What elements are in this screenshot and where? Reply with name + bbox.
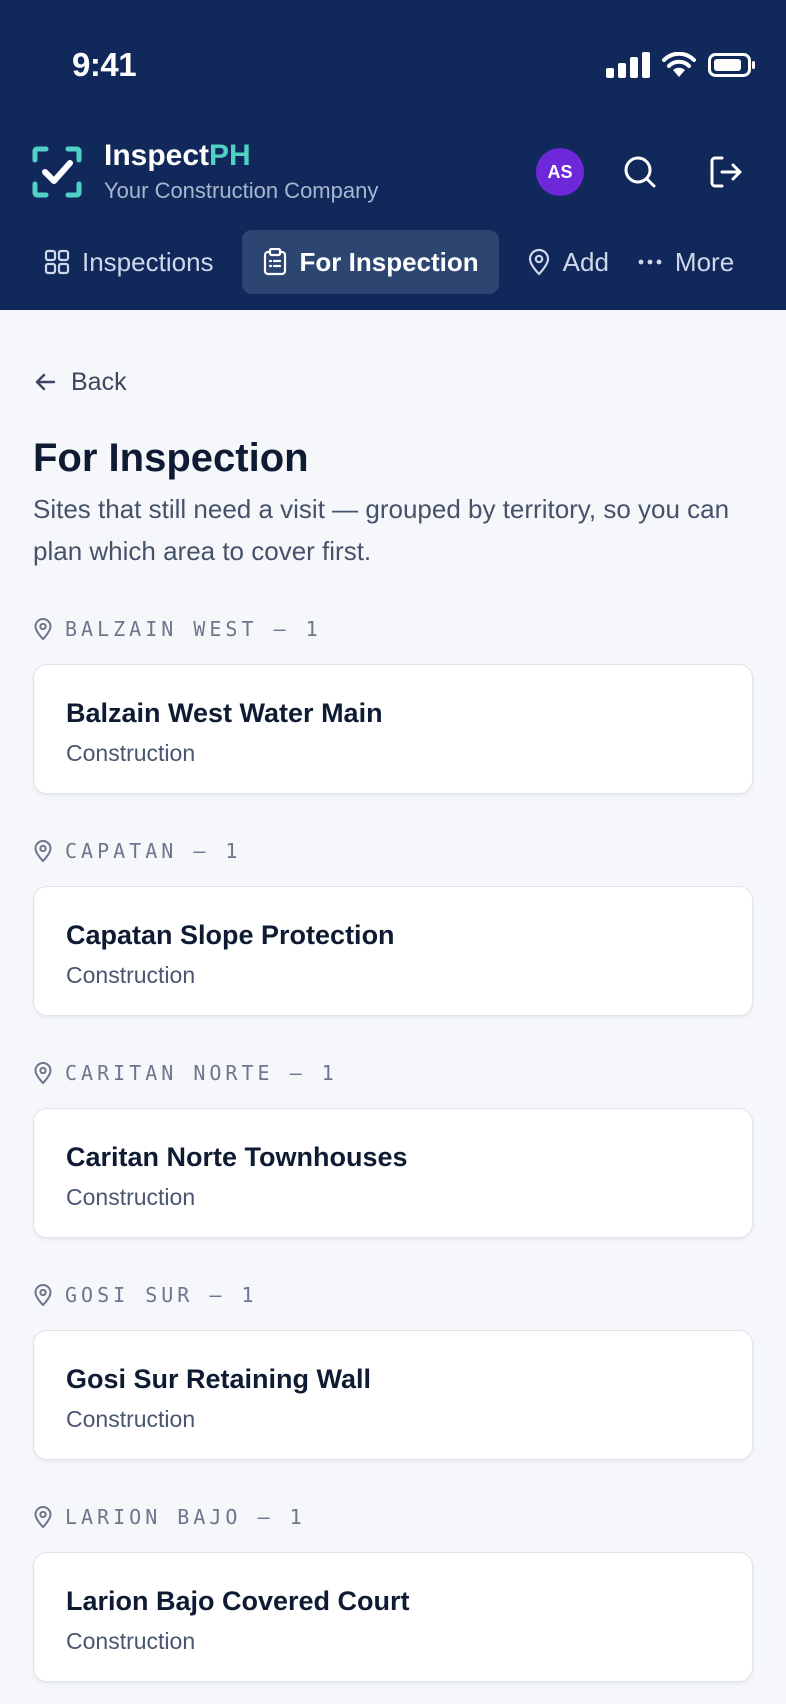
header-actions: AS xyxy=(536,148,746,196)
site-card[interactable]: Capatan Slope Protection Construction xyxy=(33,886,753,1016)
map-pin-icon xyxy=(34,1062,52,1084)
avatar[interactable]: AS xyxy=(536,148,584,196)
site-card[interactable]: Balzain West Water Main Construction xyxy=(33,664,753,794)
page-description: Sites that still need a visit — grouped … xyxy=(33,494,730,566)
check-square-icon xyxy=(32,146,82,198)
territory-group: LARION BAJO — 1 Larion Bajo Covered Cour… xyxy=(33,1502,753,1682)
battery-icon xyxy=(708,53,755,77)
site-type: Construction xyxy=(66,1406,196,1432)
territory-label: LARION BAJO — 1 xyxy=(65,1505,306,1529)
site-type: Construction xyxy=(66,1184,196,1210)
clipboard-icon xyxy=(263,248,286,276)
territory-group: BALZAIN WEST — 1 Balzain West Water Main… xyxy=(33,614,753,794)
territory-group: CAPATAN — 1 Capatan Slope Protection Con… xyxy=(33,836,753,1016)
brand-name-primary: Inspect xyxy=(104,139,210,172)
site-card[interactable]: Gosi Sur Retaining Wall Construction xyxy=(33,1330,753,1460)
site-name: Caritan Norte Townhouses xyxy=(66,1142,408,1172)
territory-label: BALZAIN WEST — 1 xyxy=(65,617,322,641)
brand: InspectPH Your Construction Company xyxy=(32,138,378,206)
site-card[interactable]: Larion Bajo Covered Court Construction xyxy=(33,1552,753,1682)
signal-icon xyxy=(606,52,650,78)
tab-for-inspection[interactable]: For Inspection xyxy=(241,230,499,294)
grid-icon xyxy=(44,249,70,275)
page-title: For Inspection xyxy=(33,436,309,480)
territory-label: CARITAN NORTE — 1 xyxy=(65,1061,338,1085)
tab-add[interactable]: Add xyxy=(513,230,623,294)
territory-label: CAPATAN — 1 xyxy=(65,839,242,863)
more-dots-icon xyxy=(638,259,662,265)
map-pin-icon xyxy=(34,618,52,640)
arrow-left-icon xyxy=(35,373,56,391)
site-card[interactable]: Caritan Norte Townhouses Construction xyxy=(33,1108,753,1238)
status-icons xyxy=(606,52,756,78)
main-nav: Inspections For Inspection Add More xyxy=(30,230,748,294)
wifi-icon xyxy=(662,52,696,77)
tab-label: More xyxy=(674,246,735,277)
site-type: Construction xyxy=(66,1628,196,1654)
map-pin-icon xyxy=(34,1506,52,1528)
site-type: Construction xyxy=(66,740,196,766)
main-content: Back For Inspection Sites that still nee… xyxy=(0,354,786,1682)
territory-header: LARION BAJO — 1 xyxy=(33,1502,753,1532)
brand-name-accent: PH xyxy=(209,139,251,172)
brand-name: InspectPH xyxy=(104,138,378,174)
territory-label: GOSI SUR — 1 xyxy=(65,1283,258,1307)
territory-header: BALZAIN WEST — 1 xyxy=(33,614,753,644)
logout-icon xyxy=(710,156,742,188)
map-pin-icon xyxy=(528,248,549,276)
back-button[interactable]: Back xyxy=(33,354,753,410)
site-type: Construction xyxy=(66,962,196,988)
back-label: Back xyxy=(71,367,127,396)
tab-inspections[interactable]: Inspections xyxy=(30,230,228,294)
territory-header: GOSI SUR — 1 xyxy=(33,1280,753,1310)
territory-group: CARITAN NORTE — 1 Caritan Norte Townhous… xyxy=(33,1058,753,1238)
site-name: Capatan Slope Protection xyxy=(66,920,395,950)
territory-group: GOSI SUR — 1 Gosi Sur Retaining Wall Con… xyxy=(33,1280,753,1460)
tab-label: For Inspection xyxy=(299,246,479,277)
search-button[interactable] xyxy=(620,152,660,192)
territory-header: CAPATAN — 1 xyxy=(33,836,753,866)
status-time: 9:41 xyxy=(72,46,137,83)
map-pin-icon xyxy=(34,840,52,862)
site-name: Balzain West Water Main xyxy=(66,698,383,728)
status-bar: 9:41 xyxy=(0,0,786,130)
brand-subtitle: Your Construction Company xyxy=(104,178,379,203)
site-name: Larion Bajo Covered Court xyxy=(66,1586,410,1616)
map-pin-icon xyxy=(34,1284,52,1306)
tab-label: Inspections xyxy=(82,246,214,277)
logout-button[interactable] xyxy=(706,152,746,192)
territory-header: CARITAN NORTE — 1 xyxy=(33,1058,753,1088)
tab-label: Add xyxy=(562,246,609,277)
tab-more[interactable]: More xyxy=(623,230,748,294)
app-header: 9:41 InspectPH Your Construction Company… xyxy=(0,0,786,310)
site-name: Gosi Sur Retaining Wall xyxy=(66,1364,372,1394)
search-icon xyxy=(624,156,656,188)
